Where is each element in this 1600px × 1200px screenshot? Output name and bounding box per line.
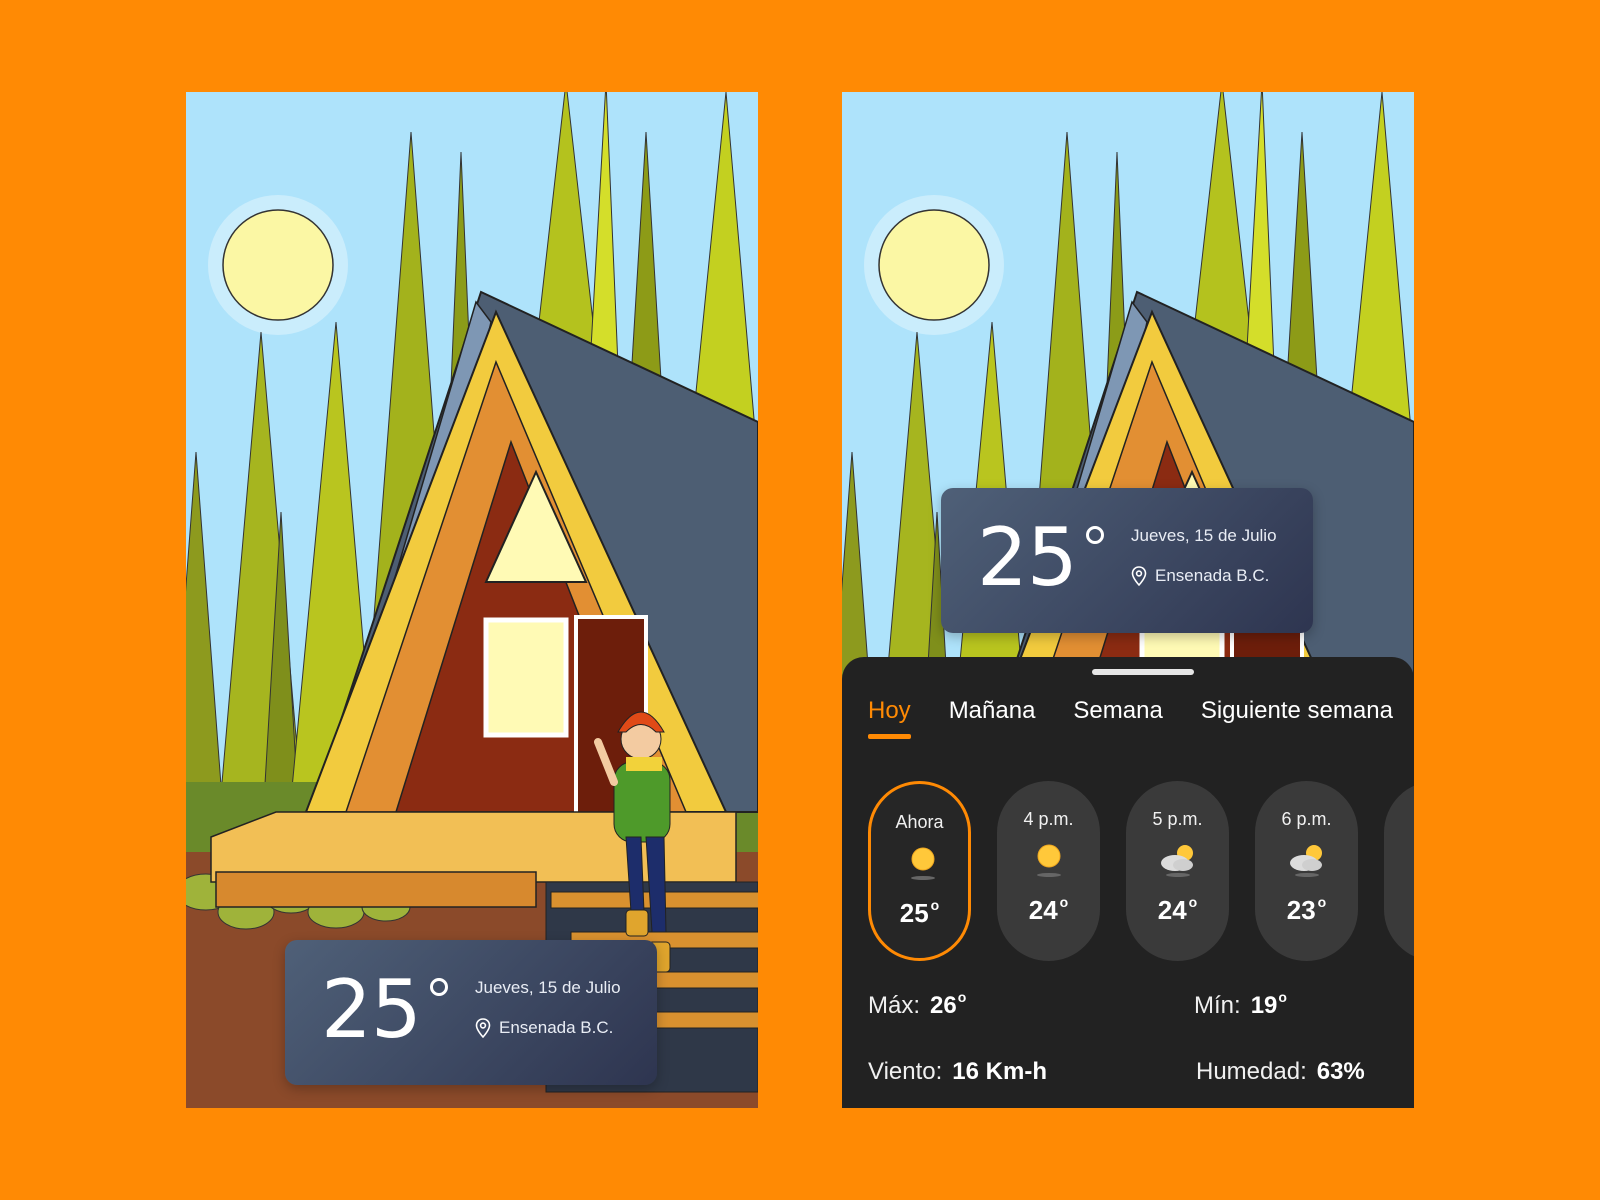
current-temperature: 25 [977,511,1078,604]
hour-temperature: 23 o [1286,894,1327,925]
hour-card-4pm[interactable]: 4 p.m. 24 o [997,781,1100,961]
hour-card-6pm[interactable]: 6 p.m. 23 o [1255,781,1358,961]
stat-max-value: 26 [930,992,957,1019]
stat-humidity-label: Humedad: [1196,1058,1307,1085]
hour-label: Ahora [895,812,944,832]
sun-icon [1037,844,1061,877]
location-label: Ensenada B.C. [1155,566,1270,585]
stat-min-value: 19 [1250,992,1278,1019]
hour-card-7pm[interactable]: 7 [1384,781,1414,961]
stat-min: Mín: 19o [1194,989,1287,1019]
stat-wind: Viento: 16 Km-h [868,1058,1047,1086]
sheet-drag-handle[interactable] [1092,669,1194,675]
phone-screen-details: 25 Jueves, 15 de Julio Ensenada B.C. Hoy… [842,92,1414,1108]
hour-temperature: 24 o [1157,894,1198,925]
hour-label: 7 [1384,809,1414,830]
current-weather-card[interactable]: 25 Jueves, 15 de Julio Ensenada B.C. [285,940,657,1085]
forecast-tabs: Hoy Mañana Semana Siguiente semana [868,697,1393,739]
stat-humidity-value: 63% [1316,1058,1365,1085]
stat-humidity: Humedad: 63% [1196,1058,1365,1086]
phone-screen-home: 25 Jueves, 15 de Julio Ensenada B.C. [186,92,758,1108]
hour-card-5pm[interactable]: 5 p.m. 24 o [1126,781,1229,961]
current-location: Ensenada B.C. [1131,566,1269,586]
sun-icon [911,847,935,880]
current-location: Ensenada B.C. [475,1018,613,1038]
hour-label: 4 p.m. [1023,809,1074,829]
location-pin-icon [1131,566,1147,586]
stat-min-label: Mín: [1194,992,1241,1019]
degree-icon [1086,526,1104,544]
tab-manana[interactable]: Mañana [949,697,1036,739]
location-pin-icon [475,1018,491,1038]
forecast-bottom-sheet: Hoy Mañana Semana Siguiente semana Ahora… [842,657,1414,1108]
hour-temperature: 25 o [899,897,940,928]
current-date: Jueves, 15 de Julio [1131,526,1277,545]
tab-siguiente-semana[interactable]: Siguiente semana [1201,697,1393,739]
degree-icon [430,978,448,996]
hour-card-now[interactable]: Ahora 25 o [868,781,971,961]
current-date: Jueves, 15 de Julio [475,978,621,997]
partly-cloudy-icon [1290,845,1322,877]
tab-semana[interactable]: Semana [1073,697,1162,739]
tab-hoy[interactable]: Hoy [868,697,911,739]
stat-wind-label: Viento: [868,1058,943,1085]
stat-max-label: Máx: [868,992,921,1019]
stat-wind-value: 16 Km-h [952,1058,1047,1085]
stat-max: Máx: 26o [868,989,967,1019]
hour-temperature: 24 o [1028,894,1069,925]
hour-label: 5 p.m. [1152,809,1203,829]
current-weather-card[interactable]: 25 Jueves, 15 de Julio Ensenada B.C. [941,488,1313,633]
location-label: Ensenada B.C. [499,1018,614,1037]
hourly-forecast-list[interactable]: Ahora 25 o 4 p.m. 24 o 5 p.m. 24 o 6 p.m… [868,781,1414,961]
current-temperature: 25 [321,963,422,1056]
partly-cloudy-icon [1161,845,1193,877]
hour-label: 6 p.m. [1281,809,1332,829]
